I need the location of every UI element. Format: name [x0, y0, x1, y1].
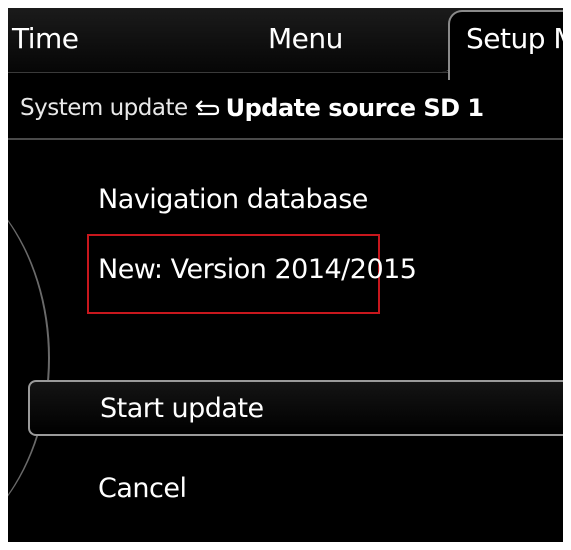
tab-menu[interactable]: Menu: [268, 22, 343, 55]
navigation-database-label: Navigation database: [98, 184, 368, 215]
breadcrumb-parent[interactable]: System update: [20, 95, 188, 121]
new-version-label: New: Version 2014/2015: [98, 254, 417, 285]
page-title: Update source SD 1: [225, 94, 484, 122]
top-tab-bar: Time Menu Setup MMI: [8, 8, 563, 80]
breadcrumb: System update Update source SD 1: [8, 78, 563, 140]
mmi-screen: Time Menu Setup MMI System update Update…: [8, 8, 563, 542]
cancel-label: Cancel: [98, 472, 187, 504]
start-update-label: Start update: [100, 392, 264, 424]
cancel-button[interactable]: Cancel: [28, 460, 563, 516]
tab-time[interactable]: Time: [12, 22, 79, 55]
tab-setup-mmi[interactable]: Setup MMI: [448, 10, 563, 80]
start-update-button[interactable]: Start update: [28, 380, 563, 436]
back-arrow-icon: [195, 100, 219, 116]
